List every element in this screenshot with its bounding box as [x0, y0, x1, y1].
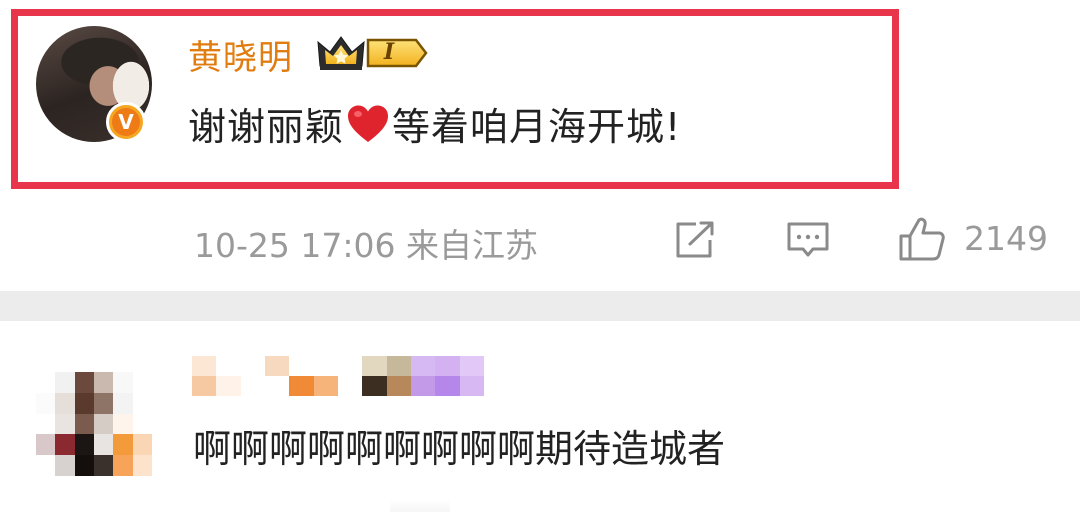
verified-badge-icon: V: [106, 102, 146, 142]
share-icon[interactable]: [674, 220, 716, 260]
heart-icon: [348, 105, 389, 142]
section-divider: [0, 291, 1080, 321]
member-crown-icon[interactable]: [316, 34, 428, 72]
comment-text: 啊啊啊啊啊啊啊啊啊期待造城者: [193, 427, 726, 471]
comment-text-part1: 谢谢丽颖: [188, 105, 345, 149]
timestamp-location: 10-25 17:06 来自江苏: [194, 226, 538, 265]
like-icon[interactable]: [898, 216, 946, 262]
member-level: I: [383, 39, 395, 65]
avatar-obscured[interactable]: [36, 372, 152, 476]
comment-text-part2: 等着咱月海开城!: [392, 105, 682, 149]
comment-author[interactable]: 黄晓明: [188, 30, 293, 79]
like-count: 2149: [964, 219, 1048, 258]
next-meta-row-cut: [390, 500, 550, 512]
comment-text: 谢谢丽颖 等着咱月海开城!: [188, 96, 681, 151]
comment-icon[interactable]: [786, 220, 830, 260]
author-name-obscured[interactable]: [192, 356, 484, 396]
